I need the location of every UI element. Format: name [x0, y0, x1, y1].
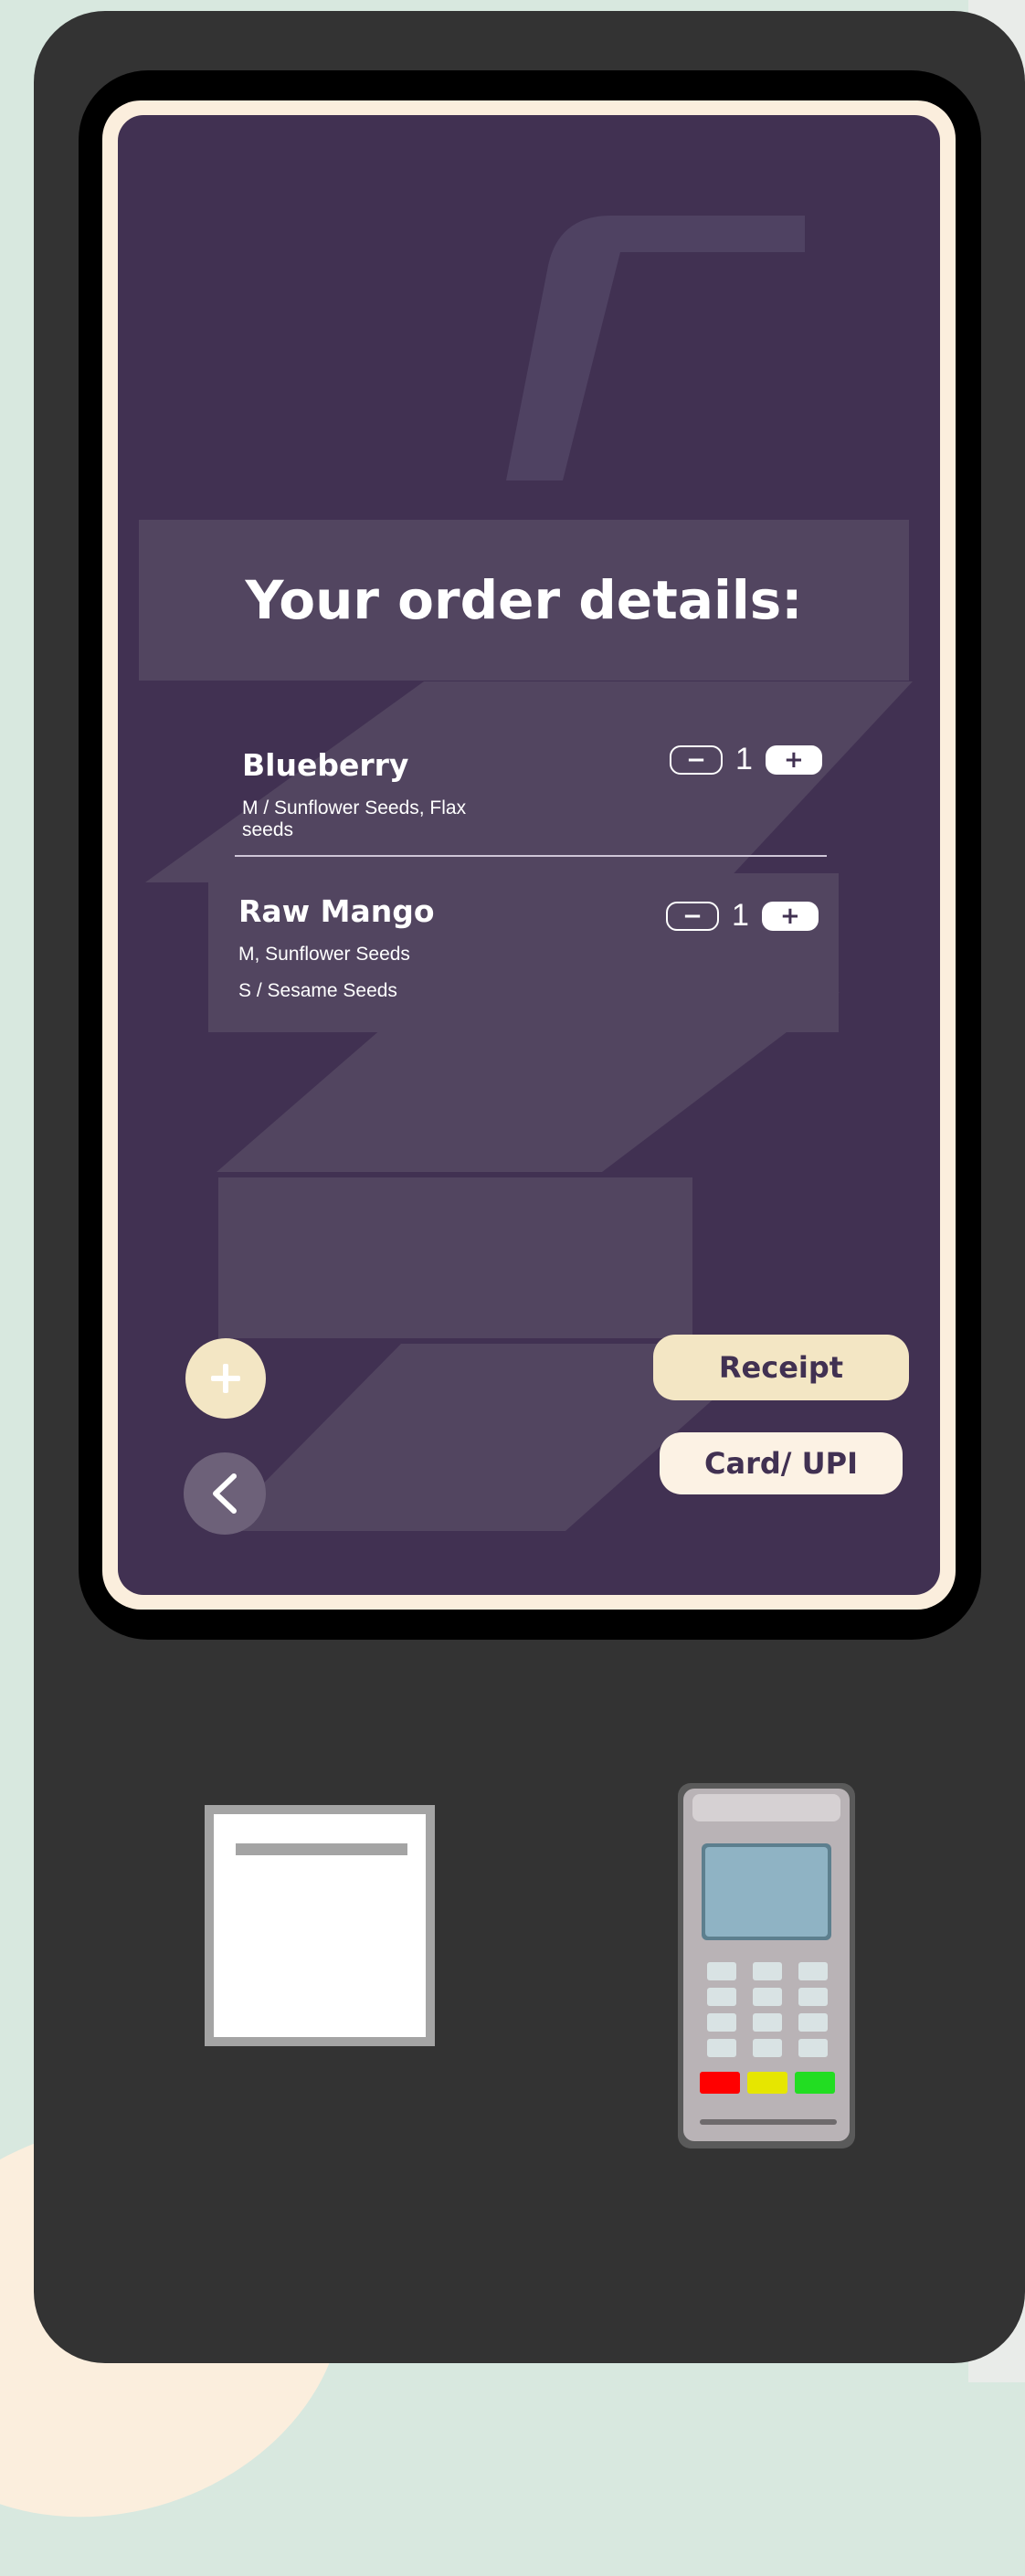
quantity-stepper: − 1 +	[666, 898, 819, 934]
title-band: Your order details:	[139, 520, 909, 681]
item-name: Raw Mango	[238, 893, 435, 929]
receipt-paper-line	[236, 1843, 407, 1855]
page-title: Your order details:	[245, 569, 803, 631]
quantity-value: 1	[735, 742, 753, 776]
card-terminal	[678, 1783, 855, 2148]
decrease-quantity-button[interactable]: −	[670, 744, 723, 775]
decrease-quantity-button[interactable]: −	[666, 901, 719, 931]
chevron-left-icon	[213, 1473, 237, 1514]
plus-icon	[211, 1364, 240, 1393]
card-upi-button[interactable]: Card/ UPI	[660, 1432, 903, 1494]
kiosk-screen: Your order details: Blueberry M / Sunflo…	[118, 115, 940, 1595]
item-name: Blueberry	[242, 747, 409, 783]
add-item-button[interactable]	[185, 1338, 266, 1419]
increase-quantity-button[interactable]: +	[765, 744, 822, 775]
quantity-value: 1	[732, 898, 749, 933]
receipt-button[interactable]: Receipt	[653, 1335, 909, 1400]
increase-quantity-button[interactable]: +	[761, 901, 819, 931]
item-detail: M / Sunflower Seeds, Flax	[242, 797, 467, 818]
item-detail: S / Sesame Seeds	[238, 980, 397, 1001]
quantity-stepper: − 1 +	[670, 742, 822, 777]
row-divider	[235, 855, 827, 857]
item-detail: seeds	[242, 819, 294, 840]
item-detail: M, Sunflower Seeds	[238, 944, 410, 965]
back-button[interactable]	[184, 1452, 266, 1535]
